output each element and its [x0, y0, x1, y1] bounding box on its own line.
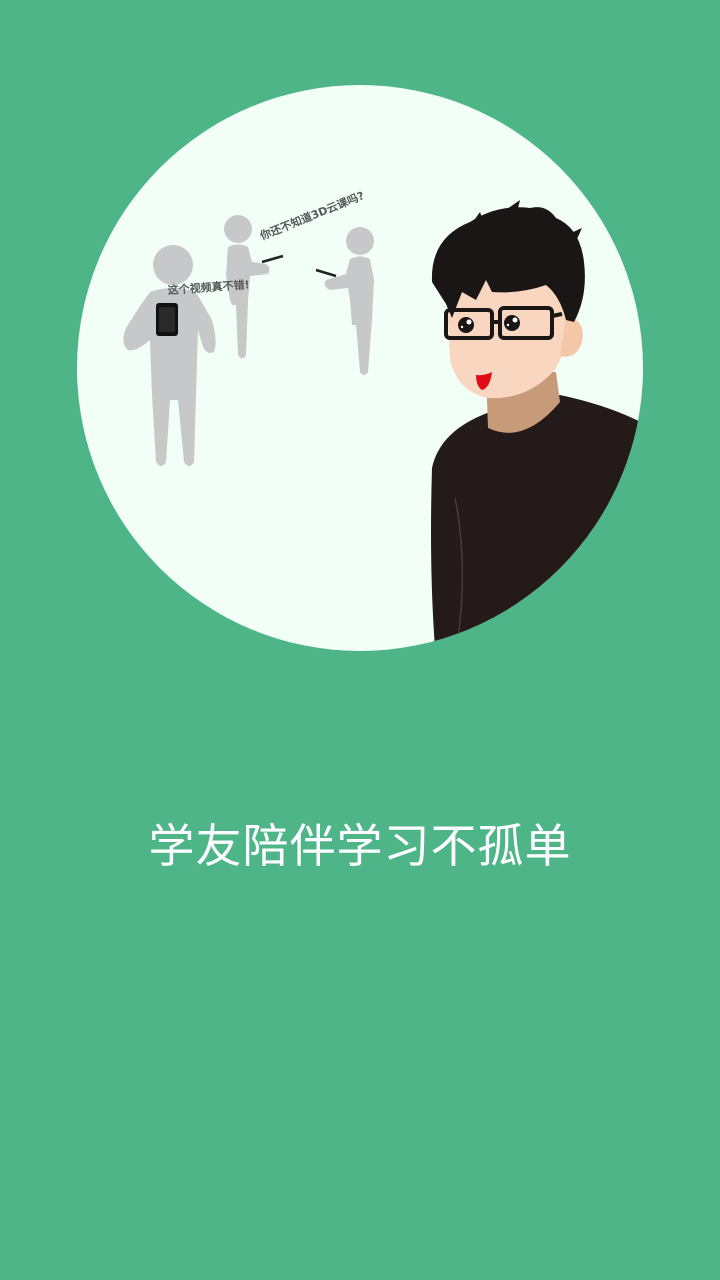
onboarding-screen: 这个视频真不错! 你还不知道3D云课吗? 学友陪伴学习不孤单 [0, 0, 720, 1280]
onboarding-slogan: 学友陪伴学习不孤单 [148, 819, 572, 873]
onboarding-illustration: 这个视频真不错! 你还不知道3D云课吗? [77, 85, 643, 651]
student-character [431, 200, 643, 651]
